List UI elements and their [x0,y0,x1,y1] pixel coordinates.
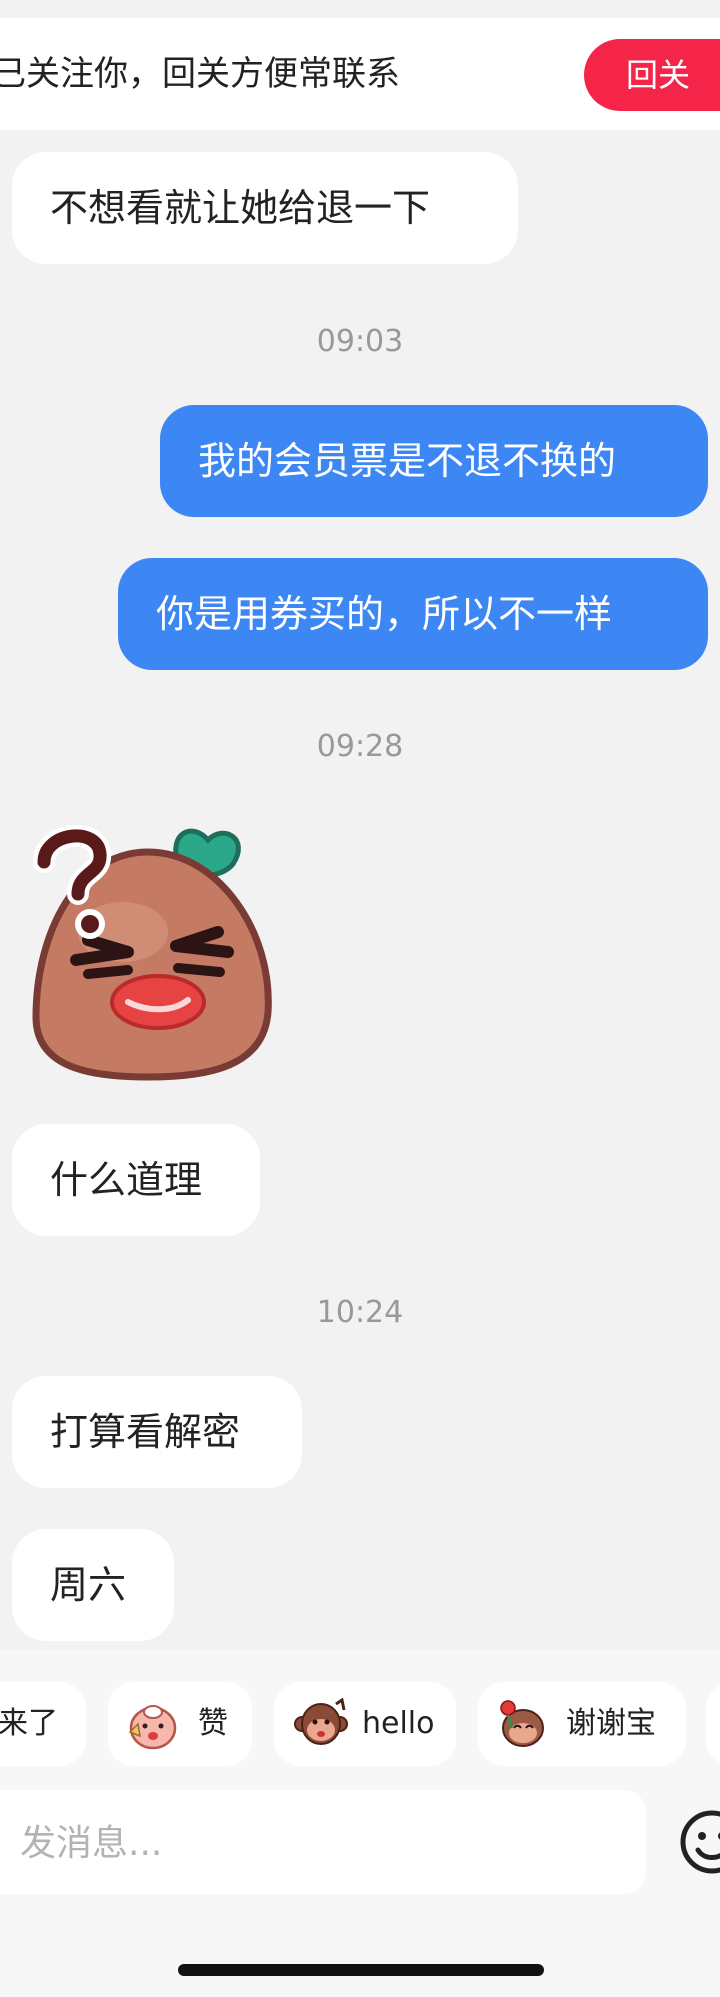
quick-reply-chip[interactable]: 谢谢宝 [478,1682,686,1766]
incoming-message-bubble[interactable]: 不想看就让她给退一下 [12,152,518,264]
outgoing-message-bubble[interactable]: 我的会员票是不退不换的 [160,405,708,517]
outgoing-message-bubble[interactable]: 你是用券买的，所以不一样 [118,558,708,670]
follow-back-text: 已关注你，回关方便常联系 [0,54,400,94]
quick-reply-label: 谢谢宝 [566,1706,656,1741]
home-indicator [178,1964,544,1976]
message-timestamp: 09:03 [316,324,404,359]
incoming-message-bubble[interactable]: 周六 [12,1529,174,1641]
message-timestamp: 10:24 [316,1295,404,1330]
confused-potato-sticker[interactable] [28,812,278,1084]
quick-reply-chip[interactable] [706,1682,720,1766]
message-timestamp: 09:28 [316,729,404,764]
quick-reply-chip[interactable]: 来了 [0,1682,86,1766]
quick-reply-label: 赞 [198,1706,228,1741]
incoming-message-bubble[interactable]: 打算看解密 [12,1376,302,1488]
quick-reply-chip[interactable]: hello [274,1682,456,1766]
message-input-box[interactable] [0,1790,646,1896]
thumbs-up-sticker-icon [128,1705,177,1750]
quick-reply-label: 来了 [0,1706,58,1741]
incoming-message-bubble[interactable]: 什么道理 [12,1124,260,1236]
monkey-hello-sticker-icon [294,1698,348,1745]
quick-reply-chip[interactable]: 赞 [108,1682,252,1766]
follow-back-button[interactable]: 回关 [584,39,720,111]
follow-back-banner: 已关注你，回关方便常联系 回关 [0,18,720,130]
quick-reply-bar: 来了 赞 hello 谢谢宝 发消息... [0,1650,720,1997]
smiley-face-icon[interactable] [678,1808,720,1876]
message-input[interactable] [18,1790,602,1896]
quick-reply-label: hello [362,1706,435,1741]
monkey-rose-sticker-icon [500,1700,544,1747]
chat-screen: 已关注你，回关方便常联系 回关 不想看就让她给退一下 09:03 我的会员票是不… [0,0,720,1997]
